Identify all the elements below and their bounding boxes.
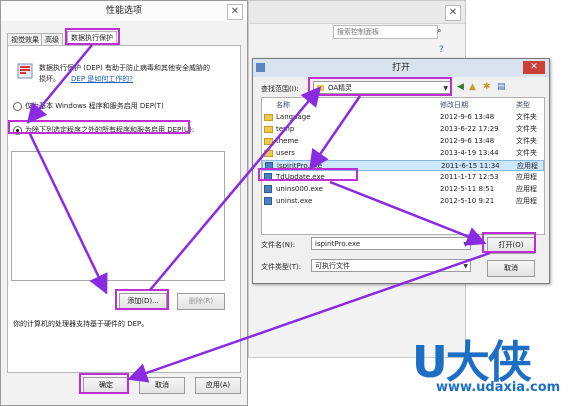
- arrow-2: [28, 133, 108, 295]
- arrow-4: [309, 95, 362, 171]
- arrow-1: [26, 44, 93, 124]
- arrow-5: [329, 180, 487, 246]
- watermark-url: www.udaxia.com: [436, 380, 561, 395]
- arrow-3: [149, 86, 322, 291]
